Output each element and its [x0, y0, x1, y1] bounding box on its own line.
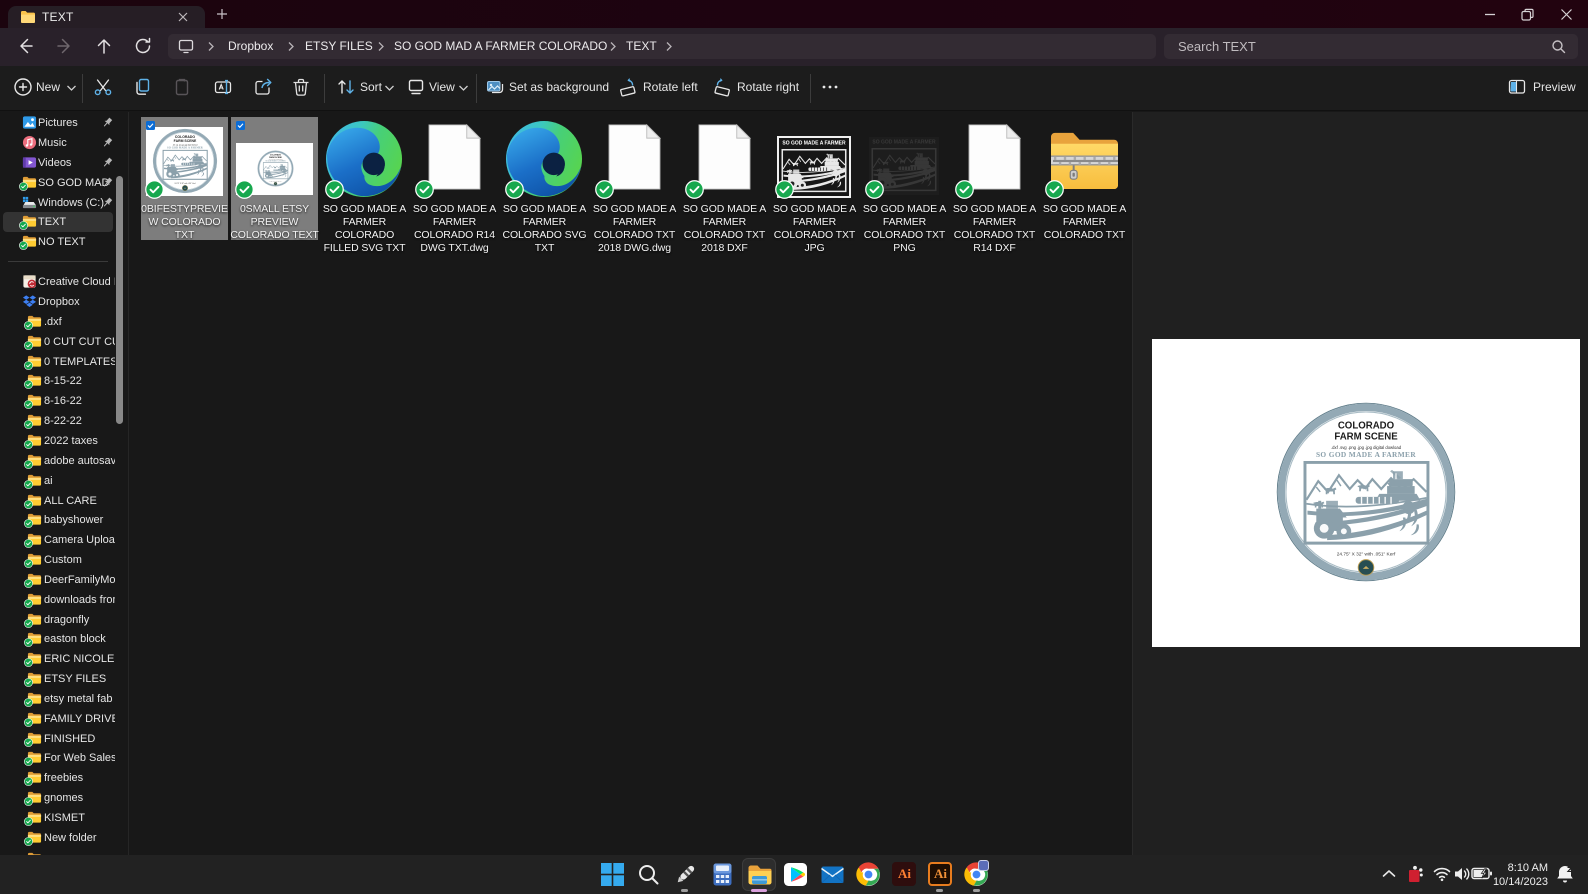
svg-text:SO GOD MADE A FARMER: SO GOD MADE A FARMER [872, 140, 936, 146]
svg-text:SO GOD MADE A FARMER: SO GOD MADE A FARMER [782, 141, 846, 147]
